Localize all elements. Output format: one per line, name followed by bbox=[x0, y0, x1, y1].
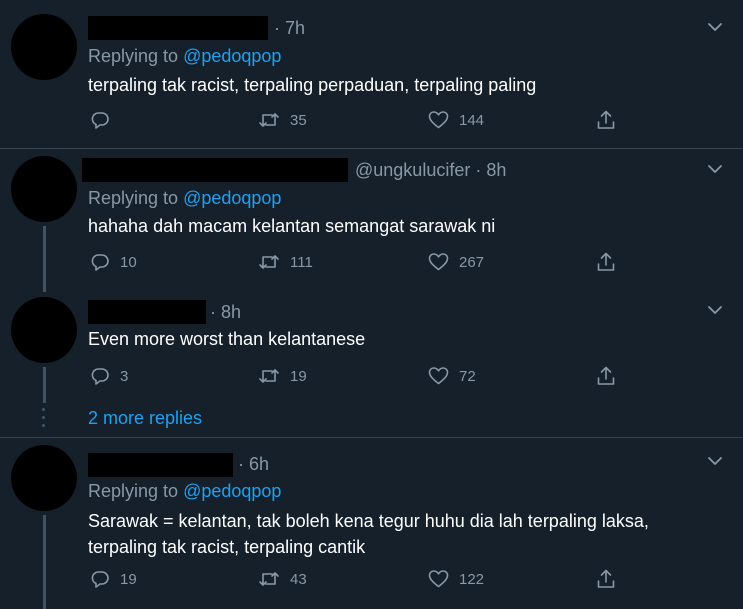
share-icon bbox=[597, 252, 615, 271]
reply-button[interactable]: 19 bbox=[90, 566, 137, 592]
tweet-4[interactable]: · 6h Replying to @pedoqpop Sarawak = kel… bbox=[0, 438, 743, 609]
like-count: 144 bbox=[459, 111, 485, 129]
like-count: 122 bbox=[459, 570, 485, 588]
avatar[interactable] bbox=[11, 445, 77, 511]
retweet-count: 19 bbox=[290, 367, 307, 385]
redacted-name[interactable] bbox=[82, 158, 348, 182]
retweet-button[interactable]: 43 bbox=[258, 566, 307, 592]
tweet-time[interactable]: · 7h bbox=[274, 18, 305, 39]
heart-icon bbox=[428, 570, 449, 588]
retweet-icon bbox=[259, 113, 279, 127]
retweet-icon bbox=[259, 572, 279, 586]
retweet-icon bbox=[259, 255, 279, 269]
share-icon bbox=[597, 366, 615, 385]
share-button[interactable] bbox=[596, 363, 616, 389]
tweet-time[interactable]: · 8h bbox=[210, 302, 241, 323]
avatar[interactable] bbox=[11, 297, 77, 363]
reply-icon bbox=[91, 571, 109, 588]
thread-line bbox=[43, 367, 46, 403]
tweet-text-line: Even more worst than kelantanese bbox=[88, 329, 366, 349]
tweet-1[interactable]: · 7h Replying to @pedoqpop terpaling tak… bbox=[0, 0, 743, 150]
chevron-down-icon[interactable] bbox=[706, 452, 724, 470]
share-icon bbox=[597, 110, 615, 129]
redacted-name[interactable] bbox=[88, 16, 268, 40]
heart-icon bbox=[428, 111, 449, 129]
replying-to-label: Replying to bbox=[88, 46, 184, 66]
reply-count: 3 bbox=[120, 367, 129, 385]
share-button[interactable] bbox=[596, 107, 616, 133]
tweet-text: hahaha dah macam kelantan semangat saraw… bbox=[88, 213, 495, 239]
like-button[interactable]: 122 bbox=[428, 566, 484, 592]
like-button[interactable]: 72 bbox=[428, 363, 476, 389]
like-button[interactable]: 267 bbox=[428, 249, 484, 275]
replying-to-handle[interactable]: @pedoqpop bbox=[183, 46, 281, 66]
retweet-button[interactable]: 111 bbox=[258, 249, 313, 275]
tweet-author-meta: @ungkulucifer · 8h bbox=[355, 160, 506, 181]
tweet-time[interactable]: · 6h bbox=[238, 454, 269, 475]
replying-to: Replying to @pedoqpop bbox=[88, 481, 281, 502]
more-replies-link[interactable]: 2 more replies bbox=[88, 408, 202, 429]
share-icon bbox=[597, 569, 615, 588]
like-count: 267 bbox=[459, 253, 485, 271]
avatar[interactable] bbox=[11, 156, 77, 222]
tweet-3[interactable]: · 8h Even more worst than kelantanese 3 … bbox=[0, 293, 743, 403]
heart-icon bbox=[428, 253, 449, 271]
tweet-text-line: terpaling tak racist, terpaling perpadua… bbox=[88, 75, 537, 95]
reply-button[interactable] bbox=[90, 107, 120, 133]
retweet-button[interactable]: 19 bbox=[258, 363, 307, 389]
share-button[interactable] bbox=[596, 566, 616, 592]
redacted-name[interactable] bbox=[88, 300, 206, 324]
replying-to-handle[interactable]: @pedoqpop bbox=[183, 188, 281, 208]
retweet-icon bbox=[259, 369, 279, 383]
chevron-down-icon[interactable] bbox=[706, 160, 724, 178]
tweet-text: terpaling tak racist, terpaling perpadua… bbox=[88, 72, 536, 98]
tweet-time[interactable]: · 8h bbox=[475, 160, 506, 180]
tweet-text-line: Sarawak = kelantan, tak boleh kena tegur… bbox=[88, 511, 649, 531]
retweet-count: 35 bbox=[290, 111, 307, 129]
replying-to: Replying to @pedoqpop bbox=[88, 188, 281, 209]
retweet-count: 111 bbox=[290, 253, 313, 271]
replying-to-handle[interactable]: @pedoqpop bbox=[183, 481, 281, 501]
tweet-text: Even more worst than kelantanese bbox=[88, 326, 365, 352]
like-count: 72 bbox=[459, 367, 476, 385]
replying-to-label: Replying to bbox=[88, 188, 184, 208]
chevron-down-icon[interactable] bbox=[706, 301, 724, 319]
thread-dots bbox=[42, 408, 46, 432]
retweet-count: 43 bbox=[290, 570, 307, 588]
reply-icon bbox=[91, 368, 109, 385]
reply-icon bbox=[91, 254, 109, 271]
thread-line bbox=[43, 515, 46, 609]
reply-button[interactable]: 10 bbox=[90, 249, 137, 275]
avatar[interactable] bbox=[11, 14, 77, 80]
share-button[interactable] bbox=[596, 249, 616, 275]
like-button[interactable]: 144 bbox=[428, 107, 484, 133]
heart-icon bbox=[428, 367, 449, 385]
thread-line bbox=[43, 226, 46, 292]
reply-button[interactable]: 3 bbox=[90, 363, 128, 389]
author-handle[interactable]: @ungkulucifer bbox=[355, 160, 470, 180]
replying-to-label: Replying to bbox=[88, 481, 184, 501]
tweet-text-line: hahaha dah macam kelantan semangat saraw… bbox=[88, 216, 496, 236]
tweet-text-line: terpaling tak racist, terpaling cantik bbox=[88, 537, 366, 557]
reply-icon bbox=[91, 112, 109, 129]
retweet-button[interactable]: 35 bbox=[258, 107, 307, 133]
redacted-name[interactable] bbox=[88, 453, 233, 477]
reply-count: 10 bbox=[120, 253, 137, 271]
chevron-down-icon[interactable] bbox=[706, 18, 724, 36]
reply-count: 19 bbox=[120, 570, 137, 588]
replying-to: Replying to @pedoqpop bbox=[88, 46, 281, 67]
tweet-text: Sarawak = kelantan, tak boleh kena tegur… bbox=[88, 508, 649, 560]
reply-thread: · 7h Replying to @pedoqpop terpaling tak… bbox=[0, 0, 743, 609]
